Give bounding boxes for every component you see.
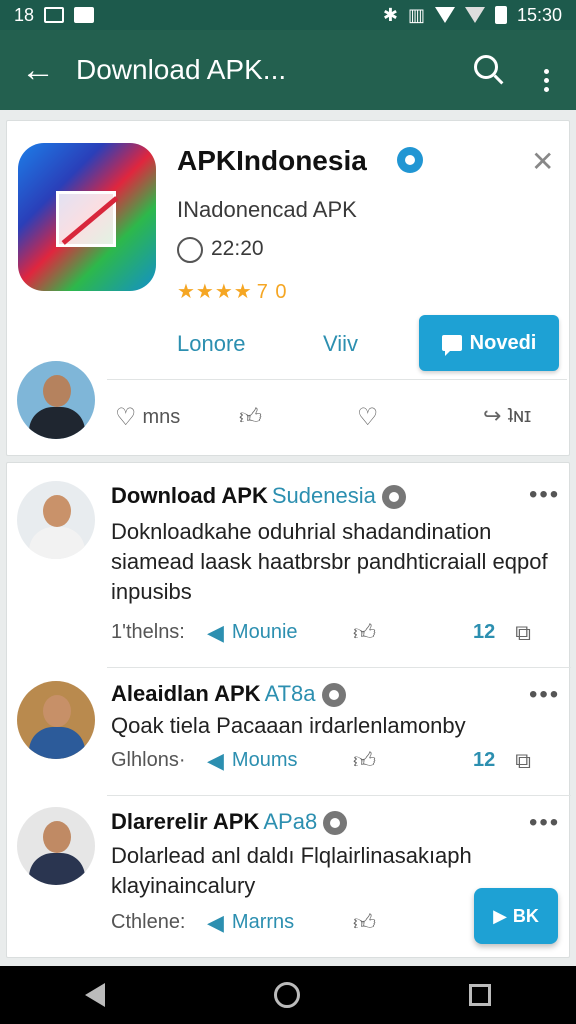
vibrate-icon: ▥ — [407, 4, 425, 25]
badge-icon — [381, 485, 406, 510]
play-icon: ▶ — [493, 905, 507, 926]
like-count: 12 — [473, 621, 496, 643]
bookmark-icon[interactable]: ⧉ — [515, 748, 531, 774]
nav-recents-icon[interactable] — [469, 984, 492, 1006]
thumbs-up-icon: 👍︎ — [239, 404, 262, 429]
signal-icon — [464, 7, 485, 23]
nav-back-icon[interactable] — [84, 983, 105, 1007]
share-action-label: ʇɴɪ — [507, 404, 532, 427]
reply-icon: ◀ — [207, 619, 224, 645]
reply-label: Moums — [231, 749, 298, 771]
app-card: APKIndonesia ✕ INadonencad APK 22:20 ★★★… — [6, 120, 570, 456]
badge-icon — [323, 811, 348, 836]
fab-label: BK — [512, 905, 539, 926]
back-arrow-icon[interactable]: ← — [0, 51, 76, 90]
like-action-label: mns — [142, 406, 181, 428]
more-link[interactable]: Lonore — [177, 331, 246, 357]
more-horiz-icon[interactable]: ••• — [529, 809, 560, 837]
post-avatar[interactable] — [17, 681, 95, 759]
post-author: Download APK — [111, 483, 268, 508]
app-bar: ← Download APK... — [0, 30, 576, 110]
reply-button[interactable]: ◀ Moums — [207, 748, 353, 774]
primary-button-label: Novedi — [469, 331, 537, 354]
reply-label: Marrns — [231, 911, 295, 933]
status-time: 15:30 — [516, 4, 562, 25]
heart-outline-icon: ♡ — [357, 404, 379, 431]
post-title: Aleaidlan APK AT8a — [111, 681, 346, 708]
like-icon[interactable]: 👍︎ — [353, 909, 473, 936]
list-item[interactable]: Aleaidlan APK AT8a ••• Qoak tiela Pacaaan… — [7, 667, 571, 795]
post-avatar[interactable] — [17, 481, 95, 559]
verified-badge-icon — [397, 147, 423, 173]
overflow-menu-button[interactable] — [516, 48, 576, 92]
image-notification-icon — [74, 7, 95, 23]
system-nav-bar — [0, 966, 576, 1024]
post-time: Glhlons· — [111, 749, 186, 771]
floating-action-button[interactable]: ▶ BK — [474, 888, 558, 944]
badge-icon — [321, 683, 346, 708]
bluetooth-icon: ✱ — [382, 4, 398, 25]
like-icon[interactable]: 👍︎ — [353, 619, 473, 646]
rating-stars: ★★★★ 7 0 — [177, 279, 288, 304]
share-icon: ↪ — [483, 403, 502, 428]
page-title: Download APK... — [76, 54, 287, 85]
post-time: 1'thelns: — [111, 621, 185, 643]
view-link[interactable]: Viiv — [323, 331, 358, 357]
bookmark-icon[interactable]: ⧉ — [515, 620, 531, 646]
like-action[interactable]: ♡ mns — [115, 403, 180, 432]
primary-action-button[interactable]: Novedi — [419, 315, 559, 371]
feed-list: Download APK Sudenesia ••• Doknloadkahe o… — [6, 462, 571, 958]
reply-button[interactable]: ◀ Mounie — [207, 620, 353, 646]
post-author: Dlarerelir APK — [111, 809, 260, 834]
post-time: Cthlene: — [111, 911, 186, 933]
post-title: Dlarerelir APK APa8 — [111, 809, 348, 836]
status-left-text: 18 — [14, 4, 35, 25]
reply-button[interactable]: ◀ Marrns — [207, 910, 353, 936]
thumb-action[interactable]: 👍︎ — [239, 403, 262, 430]
post-avatar[interactable] — [17, 807, 95, 885]
post-body: Qoak tiela Pacaaan irdarlenlamonby — [111, 713, 466, 738]
more-horiz-icon[interactable]: ••• — [529, 681, 560, 709]
status-bar: 18 ✱ ▥ 15:30 — [0, 0, 576, 30]
user-avatar[interactable] — [17, 361, 95, 439]
stars-glyphs: ★★★★ — [177, 281, 253, 303]
close-icon[interactable]: ✕ — [531, 145, 554, 178]
post-tag[interactable]: APa8 — [263, 809, 317, 834]
post-tag[interactable]: Sudenesia — [272, 483, 376, 508]
divider — [107, 379, 567, 380]
heart-icon: ♡ — [115, 404, 137, 431]
wifi-icon — [434, 7, 455, 23]
favorite-action[interactable]: ♡ — [357, 403, 379, 432]
nav-home-icon[interactable] — [273, 982, 300, 1008]
post-author: Aleaidlan APK — [111, 681, 261, 706]
app-logo-icon[interactable] — [18, 143, 156, 291]
app-meta: 22:20 — [211, 237, 264, 260]
post-tag[interactable]: AT8a — [265, 681, 316, 706]
notification-icon — [44, 7, 65, 23]
search-button[interactable] — [456, 53, 516, 87]
post-actions: Glhlons· ◀ Moums 👍︎ 12 ⧉ — [111, 747, 561, 774]
more-vert-icon — [543, 69, 549, 92]
rating-text: 7 0 — [256, 281, 288, 303]
reply-icon: ◀ — [207, 909, 224, 935]
chat-icon — [441, 335, 462, 356]
reply-icon: ◀ — [207, 747, 224, 773]
battery-icon — [494, 6, 507, 24]
list-item[interactable]: Download APK Sudenesia ••• Doknloadkahe o… — [7, 463, 571, 667]
reply-label: Mounie — [231, 621, 298, 643]
globe-icon — [177, 237, 203, 263]
search-icon — [474, 55, 498, 79]
post-body: Doknloadkahe oduhrial shadandination sia… — [111, 519, 548, 604]
like-count: 12 — [473, 749, 496, 771]
app-name: APKIndonesia — [177, 145, 367, 176]
more-horiz-icon[interactable]: ••• — [529, 481, 560, 509]
post-actions: 1'thelns: ◀ Mounie 👍︎ 12 ⧉ — [111, 619, 561, 646]
like-icon[interactable]: 👍︎ — [353, 747, 473, 774]
share-action[interactable]: ↪ ʇɴɪ — [483, 403, 531, 429]
post-title: Download APK Sudenesia — [111, 483, 406, 510]
app-subtitle: INadonencad APK — [177, 197, 357, 222]
